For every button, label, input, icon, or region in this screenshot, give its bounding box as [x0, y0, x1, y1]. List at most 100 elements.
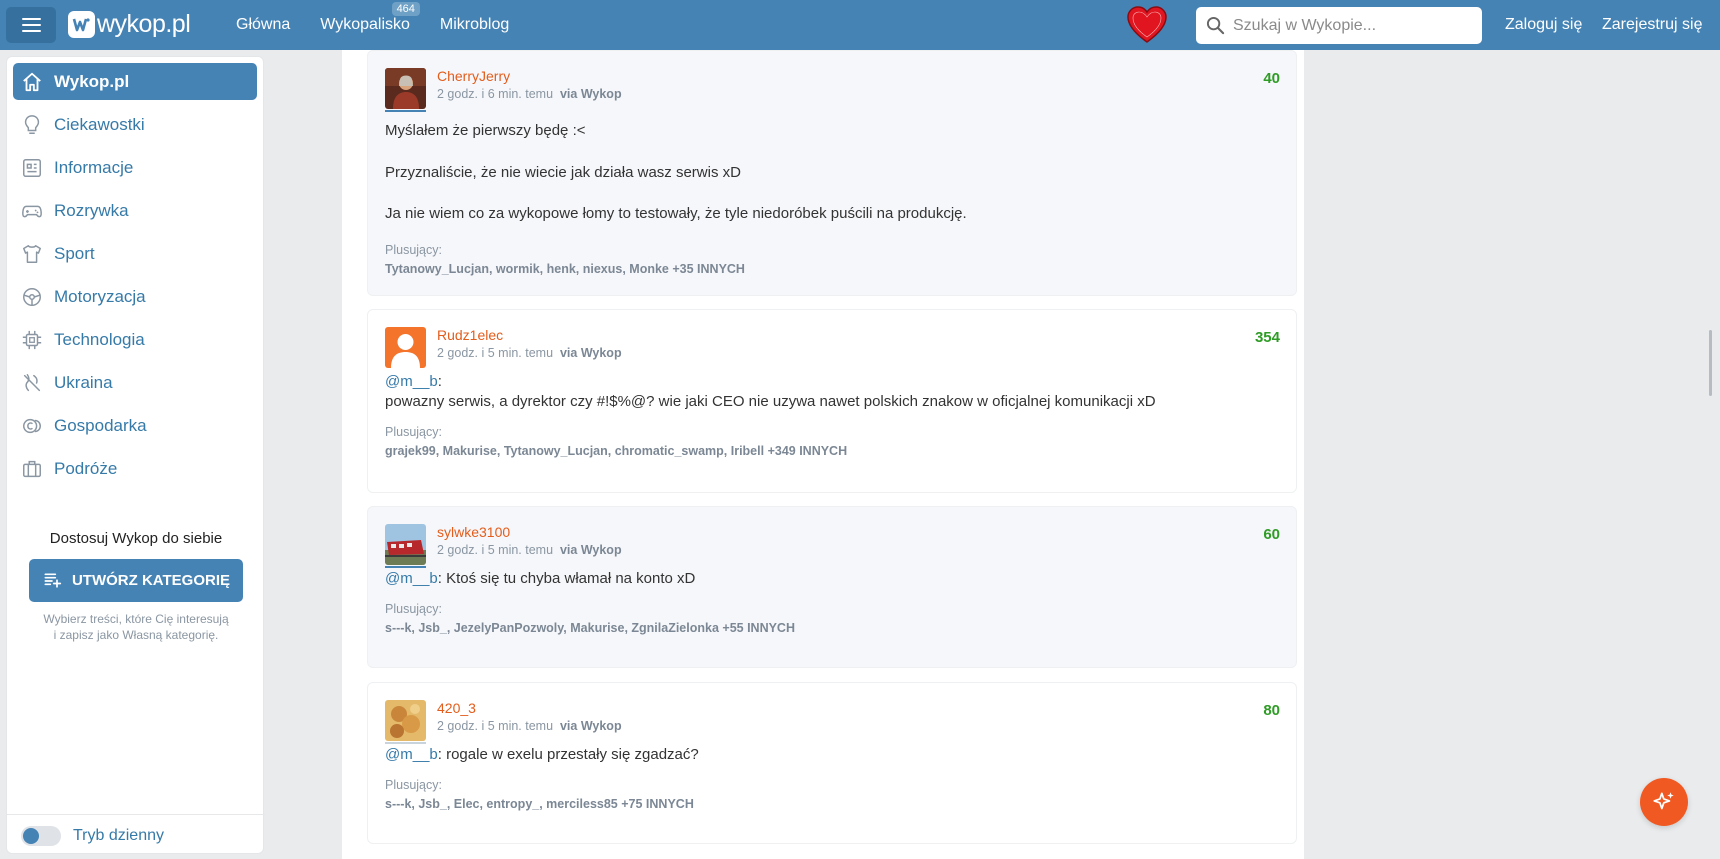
avatar[interactable]	[385, 700, 426, 741]
comment-meta: 2 godz. i 6 min. temu via Wykop	[437, 87, 622, 101]
upvoters-names: s---k, Jsb_, Elec, entropy_, merciless85	[385, 797, 618, 811]
user-mention[interactable]: @m__b	[385, 746, 438, 763]
comment-via: via Wykop	[559, 719, 622, 733]
sidebar-item-label: Ukraina	[54, 372, 113, 392]
upvoters-more[interactable]: +35 INNYCH	[672, 262, 745, 276]
coins-icon	[23, 418, 41, 433]
theme-switch[interactable]	[21, 826, 61, 846]
comment-author[interactable]: 420_3	[437, 700, 476, 716]
login-link[interactable]: Zaloguj się	[1505, 16, 1582, 34]
comment-time: 2 godz. i 6 min. temu	[437, 87, 554, 101]
comment-via: via Wykop	[559, 543, 622, 557]
upvoters-names: Tytanowy_Lucjan, wormik, henk, niexus, M…	[385, 262, 669, 276]
scrollbar-thumb[interactable]	[1709, 330, 1712, 396]
comment-text-line: powazny serwis, a dyrektor czy #!$%@? wi…	[385, 393, 1156, 410]
sidebar-item-label: Technologia	[54, 329, 145, 349]
wosp-heart-icon[interactable]	[1127, 6, 1167, 44]
wykopalisko-count-badge: 464	[391, 2, 420, 16]
sidebar-item-wykop[interactable]: Wykop.pl	[13, 63, 257, 100]
avatar[interactable]	[385, 524, 426, 565]
sidebar-item-label: Informacje	[54, 157, 134, 177]
upvoters-names: s---k, Jsb_, JezelyPanPozwoly, Makurise,…	[385, 621, 719, 635]
comment-mention-line: @m__b:	[385, 372, 442, 392]
comment-author[interactable]: sylwke3100	[437, 524, 510, 540]
user-mention[interactable]: @m__b	[385, 570, 438, 587]
sidebar-item-sport[interactable]: Sport	[13, 235, 257, 272]
avatar[interactable]	[385, 68, 426, 109]
comment-score[interactable]: 60	[1263, 526, 1280, 543]
luggage-icon	[23, 460, 41, 477]
sidebar-item-podroze[interactable]: Podróże	[13, 450, 257, 487]
sidebar-item-label: Wykop.pl	[54, 71, 130, 91]
sparkle-icon	[1653, 792, 1674, 810]
nav-mikroblog[interactable]: Mikroblog	[440, 16, 509, 34]
upvoters-list[interactable]: s---k, Jsb_, Elec, entropy_, merciless85…	[385, 797, 694, 811]
sidebar-item-label: Ciekawostki	[54, 114, 145, 134]
sidebar-item-ukraina[interactable]: Ukraina	[13, 364, 257, 401]
sidebar-item-rozrywka[interactable]: Rozrywka	[13, 192, 257, 229]
customize-description: Wybierz treści, które Cię interesują i z…	[7, 611, 265, 643]
comments-feed: CherryJerry 2 godz. i 6 min. temu via Wy…	[342, 50, 1304, 859]
ukraine-icon	[23, 373, 41, 391]
sidebar-item-ciekawostki[interactable]: Ciekawostki	[13, 106, 257, 143]
menu-button[interactable]	[6, 7, 56, 43]
comment-card: sylwke3100 2 godz. i 5 min. temu via Wyk…	[367, 506, 1297, 668]
wykop-logo[interactable]: wykop.pl	[68, 10, 191, 39]
comment-time: 2 godz. i 5 min. temu	[437, 543, 554, 557]
comment-text: : Ktoś się tu chyba włamał na konto xD	[437, 570, 696, 587]
comment-score[interactable]: 40	[1263, 70, 1280, 87]
comment-score[interactable]: 80	[1263, 702, 1280, 719]
comment-time: 2 godz. i 5 min. temu	[437, 346, 554, 360]
menu-icon-line	[21, 24, 41, 26]
theme-label: Tryb dzienny	[73, 827, 164, 844]
upvoters-list[interactable]: Tytanowy_Lucjan, wormik, henk, niexus, M…	[385, 262, 745, 276]
sidebar-item-motoryzacja[interactable]: Motoryzacja	[13, 278, 257, 315]
menu-icon-line	[21, 30, 41, 32]
upvoters-more[interactable]: +349 INNYCH	[768, 444, 848, 458]
customize-desc-line: Wybierz treści, które Cię interesują	[43, 612, 229, 626]
sidebar-item-technologia[interactable]: Technologia	[13, 321, 257, 358]
sidebar-item-label: Rozrywka	[54, 200, 129, 220]
upvoters-more[interactable]: +75 INNYCH	[621, 797, 694, 811]
comment-text-line: Przyznaliście, że nie wiecie jak działa …	[385, 164, 741, 181]
comment-meta: 2 godz. i 5 min. temu via Wykop	[437, 346, 622, 360]
comment-score[interactable]: 354	[1255, 329, 1280, 346]
upvoters-more[interactable]: +55 INNYCH	[722, 621, 795, 635]
avatar[interactable]	[385, 327, 426, 368]
sidebar-item-gospodarka[interactable]: Gospodarka	[13, 407, 257, 444]
upvoters-label: Plusujący:	[385, 778, 442, 792]
sidebar-item-label: Sport	[54, 243, 95, 263]
comment-via: via Wykop	[559, 346, 622, 360]
comment-text-line: @m__b: Ktoś się tu chyba włamał na konto…	[385, 569, 695, 589]
steering-wheel-icon	[23, 287, 41, 306]
sidebar-item-informacje[interactable]: Informacje	[13, 149, 257, 186]
search-icon	[1206, 16, 1225, 35]
comment-meta: 2 godz. i 5 min. temu via Wykop	[437, 543, 622, 557]
nav-glowna[interactable]: Główna	[236, 16, 290, 34]
sidebar-item-label: Motoryzacja	[54, 286, 146, 306]
upvoters-list[interactable]: grajek99, Makurise, Tytanowy_Lucjan, chr…	[385, 444, 847, 458]
ai-assistant-button[interactable]	[1640, 778, 1688, 826]
chip-icon	[22, 330, 42, 349]
create-category-label: UTWÓRZ KATEGORIĘ	[71, 572, 231, 589]
upvoters-list[interactable]: s---k, Jsb_, JezelyPanPozwoly, Makurise,…	[385, 621, 795, 635]
comment-author[interactable]: CherryJerry	[437, 68, 510, 84]
comment-time: 2 godz. i 5 min. temu	[437, 719, 554, 733]
comment-author[interactable]: Rudz1elec	[437, 327, 503, 343]
theme-toggle[interactable]: Tryb dzienny	[21, 826, 164, 846]
nav-wykopalisko[interactable]: Wykopalisko 464	[320, 2, 420, 34]
comment-card: 420_3 2 godz. i 5 min. temu via Wykop 80…	[367, 682, 1297, 844]
sidebar: Wykop.pl Ciekawostki Informacje Rozrywka…	[6, 56, 265, 854]
register-link[interactable]: Zarejestruj się	[1602, 16, 1702, 34]
lightbulb-icon	[24, 114, 40, 134]
search-box[interactable]	[1196, 7, 1482, 44]
search-input[interactable]	[1233, 16, 1463, 35]
avatar-underline	[385, 742, 426, 744]
customize-title: Dostosuj Wykop do siebie	[49, 530, 223, 547]
mention-suffix: :	[437, 373, 442, 390]
comment-text: : rogale w exelu przestały się zgadzać?	[437, 746, 699, 763]
comment-card: CherryJerry 2 godz. i 6 min. temu via Wy…	[367, 50, 1297, 296]
upvoters-label: Plusujący:	[385, 425, 442, 439]
create-category-button[interactable]: UTWÓRZ KATEGORIĘ	[29, 559, 243, 602]
user-mention[interactable]: @m__b	[385, 373, 438, 390]
